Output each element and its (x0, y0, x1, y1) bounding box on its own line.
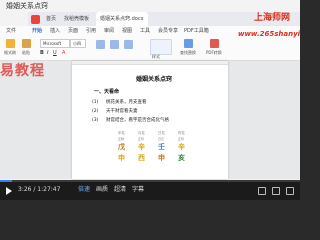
table-header: 日柱 (158, 131, 165, 135)
italic-button[interactable]: I (47, 49, 48, 57)
table-header: 月柱 (138, 131, 145, 135)
tab-templates[interactable]: 找稻壳模板 (60, 12, 93, 26)
stem-char: 壬 (158, 143, 165, 151)
stem-char: 辛 (178, 143, 185, 151)
watermark-title: 上海师网 (254, 13, 291, 23)
find-replace-icon[interactable] (184, 39, 193, 48)
menu-home[interactable]: 开始 (32, 26, 42, 36)
settings-icon[interactable] (272, 187, 280, 195)
watermark-url: www.265shanyi (238, 30, 300, 38)
find-replace-label: 查找替换 (180, 50, 196, 55)
branch-char: 西 (138, 154, 145, 162)
font-size-select[interactable]: 小四 (70, 39, 86, 48)
paragraph-2: (2) 天干财官看夫妻 (92, 108, 138, 114)
document-title: 婚姻关系点窍 (136, 76, 173, 83)
branch-char: 申 (118, 154, 125, 162)
format-painter-icon[interactable] (6, 39, 15, 48)
time-display: 3:26 / 1:27:47 (18, 186, 61, 193)
pdf-convert-label: PDF转换 (206, 50, 222, 55)
table-caption: 正印 (138, 137, 145, 141)
progress-fill (0, 180, 12, 182)
branch-char: 申 (158, 154, 165, 162)
menu-pdf[interactable]: PDF工具箱 (184, 26, 209, 36)
ruler (72, 61, 228, 65)
font-name-select[interactable]: Microsoft (40, 39, 70, 48)
screen: 婚姻关系点窍 首页 找稻壳模板 婚姻关系点窍.docx 文件 开始 插入 页面 … (0, 0, 300, 200)
play-icon[interactable] (6, 187, 12, 195)
stem-char: 戊 (118, 143, 125, 151)
menu-tools[interactable]: 工具 (140, 26, 150, 36)
stem-char: 辛 (138, 143, 145, 151)
table-caption: 正财 (118, 137, 125, 141)
menu-page[interactable]: 页面 (68, 26, 78, 36)
menu-reference[interactable]: 引用 (86, 26, 96, 36)
paragraph-number: (3) (92, 118, 99, 123)
paragraph-text: 财官结合，看宇是否合成化气格 (106, 118, 169, 123)
paragraph-number: (2) (92, 109, 99, 114)
paragraph-text: 桃花关系，月支查看 (106, 100, 147, 105)
paste-label: 粘贴 (22, 50, 30, 55)
table-header: 时柱 (178, 131, 185, 135)
indent-icon[interactable] (110, 40, 119, 49)
paragraph-number: (1) (92, 100, 99, 105)
underline-button[interactable]: U (53, 49, 57, 57)
branch-char: 亥 (178, 154, 185, 162)
bold-button[interactable]: B (40, 49, 44, 57)
progress-track[interactable] (0, 180, 300, 182)
align-icon[interactable] (124, 40, 133, 49)
course-title: 婚姻关系点窍 (6, 2, 48, 10)
styles-gallery[interactable] (150, 39, 172, 55)
quality-button[interactable]: 画质 (96, 185, 108, 195)
volume-icon[interactable] (258, 187, 266, 195)
font-color-button[interactable]: A (62, 49, 65, 57)
menu-insert[interactable]: 插入 (50, 26, 60, 36)
hd-button[interactable]: 超清 (114, 185, 126, 195)
paragraph-3: (3) 财官结合，看宇是否合成化气格 (92, 117, 169, 123)
side-watermark: 易教程 (0, 63, 45, 79)
menu-vip[interactable]: 会员专享 (158, 26, 178, 36)
tab-document[interactable]: 婚姻关系点窍.docx (96, 12, 148, 26)
tab-home[interactable]: 首页 (42, 12, 60, 26)
table-header: 年柱 (118, 131, 125, 135)
paragraph-1: (1) 桃花关系，月支查看 (92, 99, 147, 105)
list-icon[interactable] (96, 40, 105, 49)
table-caption: 日元 (158, 137, 165, 141)
fullscreen-icon[interactable] (286, 187, 294, 195)
format-painter-label: 格式刷 (4, 50, 16, 55)
menu-file[interactable]: 文件 (6, 26, 16, 36)
section-heading: 一、天看命 (94, 89, 120, 95)
table-caption: 正印 (178, 137, 185, 141)
paste-icon[interactable] (22, 39, 31, 48)
menu-review[interactable]: 审阅 (104, 26, 114, 36)
paragraph-text: 天干财官看夫妻 (106, 109, 138, 114)
subtitle-button[interactable]: 字幕 (132, 185, 144, 195)
pdf-convert-icon[interactable] (210, 39, 219, 48)
menu-view[interactable]: 视图 (122, 26, 132, 36)
speed-button[interactable]: 倍速 (78, 185, 90, 195)
wps-logo-icon (31, 15, 40, 24)
styles-label: 样式 (152, 54, 160, 59)
